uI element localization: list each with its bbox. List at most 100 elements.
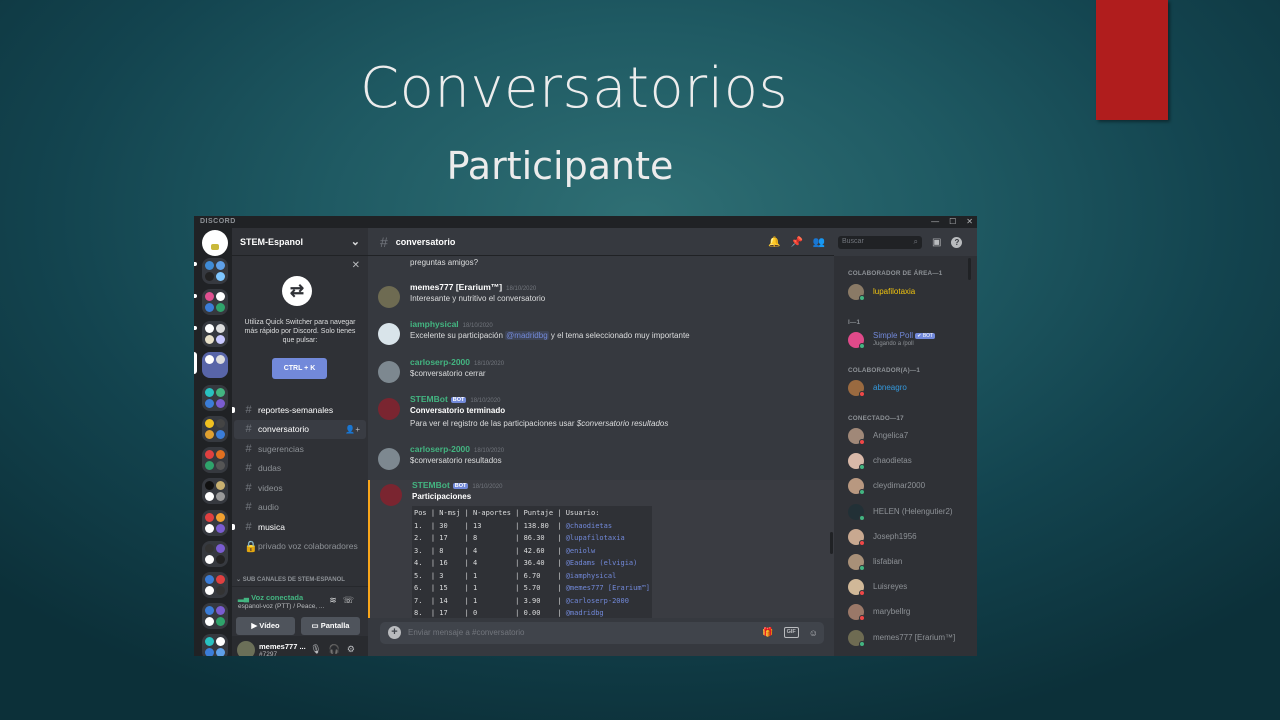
avatar[interactable] xyxy=(378,398,400,420)
home-button[interactable] xyxy=(202,230,228,256)
user-mention[interactable]: @madridbg xyxy=(505,331,549,340)
quick-switcher-shortcut-button[interactable]: CTRL + K xyxy=(272,358,327,379)
user-mention[interactable]: @chaodietas xyxy=(566,522,612,530)
avatar[interactable] xyxy=(237,641,255,656)
gif-icon[interactable]: GIF xyxy=(783,627,799,638)
channel-conversatorio[interactable]: # conversatorio 👤+ xyxy=(234,419,366,439)
user-mention[interactable]: @eniolw xyxy=(566,547,596,555)
message-author[interactable]: STEMBot BOT 18/10/2020 xyxy=(412,480,502,490)
message-author[interactable]: memes777 [Erarium™] 18/10/2020 xyxy=(410,282,536,292)
timestamp: 18/10/2020 xyxy=(470,398,501,404)
avatar[interactable] xyxy=(378,323,400,345)
message-author[interactable]: carloserp-2000 18/10/2020 xyxy=(410,444,504,454)
member-item[interactable]: chaodietas xyxy=(848,451,973,471)
server-folder[interactable] xyxy=(202,385,228,411)
minimize-button[interactable]: — xyxy=(931,216,939,228)
pin-icon[interactable]: 📌 xyxy=(790,237,802,248)
member-item[interactable]: lisfabian xyxy=(848,552,973,572)
message-author[interactable]: STEMBot BOT 18/10/2020 xyxy=(410,394,500,404)
member-item[interactable]: Angelica7 xyxy=(848,426,973,446)
member-name: Joseph1956 xyxy=(873,531,917,541)
server-folder[interactable] xyxy=(202,258,228,284)
maximize-button[interactable]: ☐ xyxy=(949,216,956,228)
headphones-icon[interactable]: 🎧 xyxy=(329,644,347,654)
signal-icon: ▂▄ xyxy=(238,593,252,602)
message-author[interactable]: carloserp-2000 18/10/2020 xyxy=(410,357,504,367)
server-header[interactable]: STEM-Espanol ⌄ xyxy=(232,228,368,256)
voice-status: ▂▄ Voz conectada xyxy=(238,593,304,602)
user-mention[interactable]: @madridbg xyxy=(566,609,604,617)
server-list xyxy=(194,228,232,656)
member-item[interactable]: memes777 [Erarium™] xyxy=(848,628,973,648)
message-list-scrollbar[interactable] xyxy=(830,532,833,554)
microphone-icon[interactable]: 🎙 xyxy=(310,644,328,654)
bell-icon[interactable]: 🔔 xyxy=(768,237,780,248)
server-folder[interactable] xyxy=(202,541,228,567)
user-mention[interactable]: @iamphysical xyxy=(566,572,617,580)
quick-switcher-text: Utiliza Quick Switcher para navegar más … xyxy=(244,319,356,344)
upload-plus-icon[interactable]: + xyxy=(388,626,401,639)
user-mention[interactable]: @carloserp-2000 xyxy=(566,597,629,605)
member-item[interactable]: Luisreyes xyxy=(848,577,973,597)
server-folder[interactable] xyxy=(202,510,228,536)
channel-reportes-semanales[interactable]: # reportes-semanales xyxy=(232,400,366,420)
channel-audio[interactable]: # audio xyxy=(234,498,366,518)
server-folder[interactable] xyxy=(202,478,228,504)
message-author[interactable]: iamphysical 18/10/2020 xyxy=(410,319,493,329)
members-icon[interactable]: 👥 xyxy=(813,237,825,248)
emoji-icon[interactable]: ☺ xyxy=(809,628,818,638)
member-activity: Jugando a /poll xyxy=(873,341,914,347)
server-stem-espanol[interactable] xyxy=(202,352,228,378)
member-name: lisfabian xyxy=(873,557,903,566)
avatar[interactable] xyxy=(378,286,400,308)
member-item[interactable]: Joseph1956 xyxy=(848,527,973,547)
channel-musica[interactable]: # musica xyxy=(232,517,366,537)
noise-suppression-icon[interactable]: ≋ xyxy=(329,595,343,605)
user-mention[interactable]: @lupafilotaxia xyxy=(566,534,625,542)
member-item[interactable]: HELEN (Helengutier2) xyxy=(848,502,973,522)
table-row: 7. | 14 | 1 | 3.90 | @carloserp-2000 xyxy=(414,596,629,605)
server-folder[interactable] xyxy=(202,289,228,315)
channel-label: audio xyxy=(258,502,279,513)
user-mention[interactable]: @Eadams (elvigia) xyxy=(566,559,638,567)
server-folder[interactable] xyxy=(202,603,228,629)
server-folder[interactable] xyxy=(202,447,228,473)
help-icon[interactable]: ? xyxy=(951,236,963,248)
embed-title: Conversatorio terminado xyxy=(410,406,506,415)
message-input[interactable]: + Enviar mensaje a #conversatorio 🎁 GIF … xyxy=(380,622,824,644)
gift-icon[interactable]: 🎁 xyxy=(762,627,773,638)
close-button[interactable]: ✕ xyxy=(966,216,973,228)
table-row: 6. | 15 | 1 | 5.70 | @memes777 [Erarium™… xyxy=(414,584,651,592)
search-icon: ⌕ xyxy=(913,237,918,246)
channel-privado-voz-colaboradores[interactable]: 🔒 privado voz colaboradores xyxy=(234,537,366,557)
member-item[interactable]: Simple Poll ✔ BOT Jugando a /poll xyxy=(848,330,973,350)
disconnect-icon[interactable]: ☏ xyxy=(343,595,360,605)
invite-icon[interactable]: 👤+ xyxy=(345,425,360,434)
member-item[interactable]: lupafilotaxia xyxy=(848,282,973,302)
channel-sugerencias[interactable]: # sugerencias xyxy=(234,439,366,459)
screen-share-button[interactable]: ▭ Pantalla xyxy=(301,617,360,635)
gear-icon[interactable]: ⚙ xyxy=(347,644,362,654)
channel-category[interactable]: ⌄ SUB CANALES DE STEM-ESPANOL xyxy=(236,576,345,583)
member-item[interactable]: cleydimar2000 xyxy=(848,476,973,496)
member-list: COLABORADOR DE ÁREA—1 lupafilotaxia I—1 … xyxy=(834,256,977,656)
inbox-icon[interactable]: ▣ xyxy=(932,237,941,248)
timestamp: 18/10/2020 xyxy=(462,323,493,329)
channel-videos[interactable]: # videos xyxy=(234,478,366,498)
server-folder[interactable] xyxy=(202,416,228,442)
video-button[interactable]: ▶ Vídeo xyxy=(236,617,295,635)
user-mention[interactable]: @memes777 [Erarium™] xyxy=(566,584,650,592)
server-folder[interactable] xyxy=(202,572,228,598)
search-input[interactable]: Buscar ⌕ xyxy=(838,236,922,249)
table-row: 2. | 17 | 8 | 86.30 | @lupafilotaxia xyxy=(414,534,625,542)
server-folder[interactable] xyxy=(202,321,228,347)
member-list-scrollbar[interactable] xyxy=(968,258,971,280)
member-item[interactable]: abneagro xyxy=(848,378,973,398)
avatar[interactable] xyxy=(378,361,400,383)
avatar[interactable] xyxy=(378,448,400,470)
member-item[interactable]: marybellrg xyxy=(848,602,973,622)
channel-dudas[interactable]: # dudas xyxy=(234,459,366,479)
close-icon[interactable]: ✕ xyxy=(352,260,360,271)
server-folder[interactable] xyxy=(202,634,228,656)
avatar[interactable] xyxy=(380,484,402,506)
